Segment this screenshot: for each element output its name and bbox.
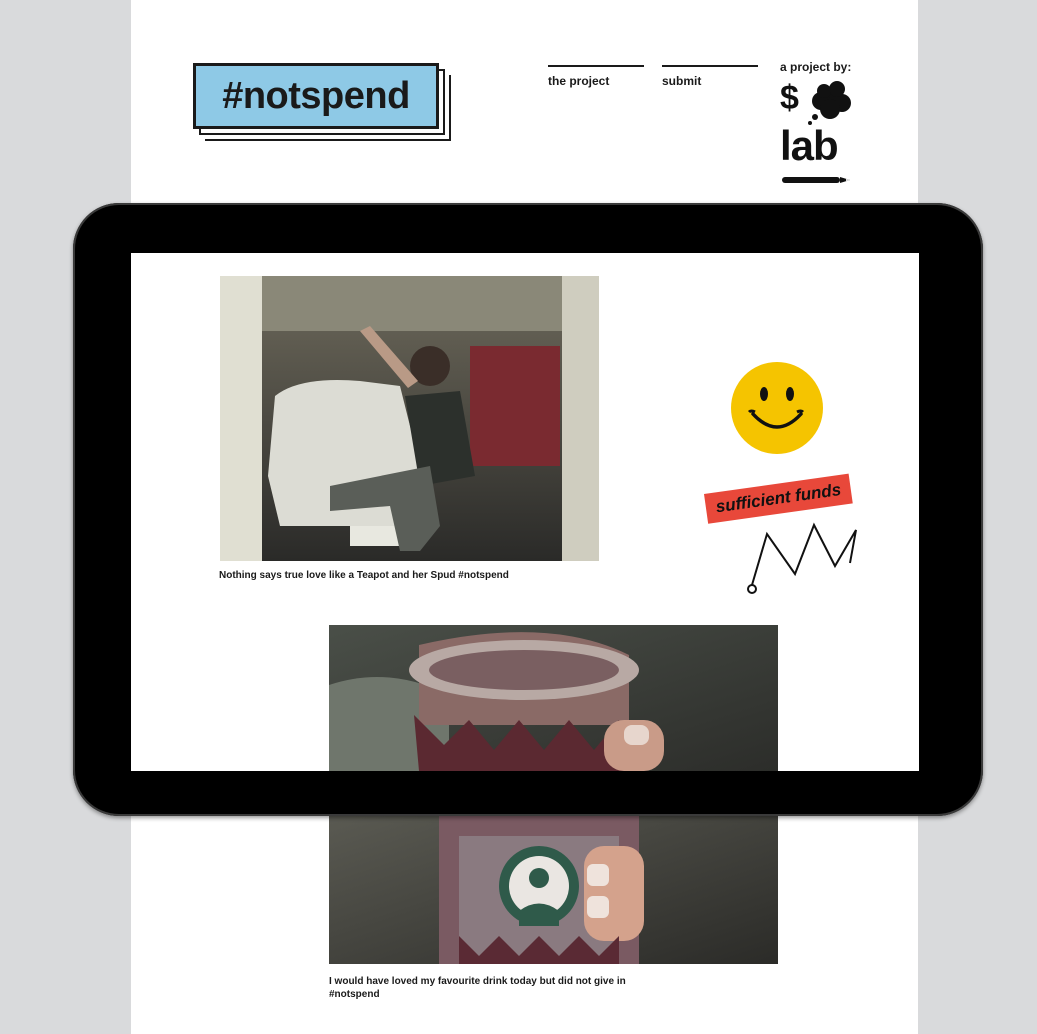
post-photo-parking[interactable] xyxy=(220,276,599,561)
logo-text[interactable]: #notspend xyxy=(193,63,439,129)
lab-text: lab xyxy=(780,122,839,169)
post-caption: I would have loved my favourite drink to… xyxy=(329,976,626,1000)
smiley-face-icon xyxy=(731,362,823,454)
drink-photo-lower xyxy=(329,816,778,964)
sufficient-funds-sticker: sufficient funds xyxy=(700,473,875,598)
pencil-underline-icon xyxy=(782,177,850,183)
post-photo-drink-upper[interactable] xyxy=(329,625,778,771)
parking-photo xyxy=(220,276,599,561)
money-lab-logo[interactable]: $ lab xyxy=(780,79,851,187)
nav-the-project[interactable]: the project xyxy=(548,65,644,88)
dollar-symbol: $ xyxy=(780,79,799,117)
notspend-logo[interactable]: #notspend xyxy=(193,63,451,141)
drink-photo-upper xyxy=(329,625,778,771)
nav-submit[interactable]: submit xyxy=(662,65,758,88)
byline: a project by: xyxy=(780,60,852,74)
post-photo-drink-lower[interactable] xyxy=(329,816,778,964)
post-caption: Nothing says true love like a Teapot and… xyxy=(219,570,509,581)
zigzag-graph-icon xyxy=(747,522,857,594)
thought-cloud-icon xyxy=(808,81,851,125)
